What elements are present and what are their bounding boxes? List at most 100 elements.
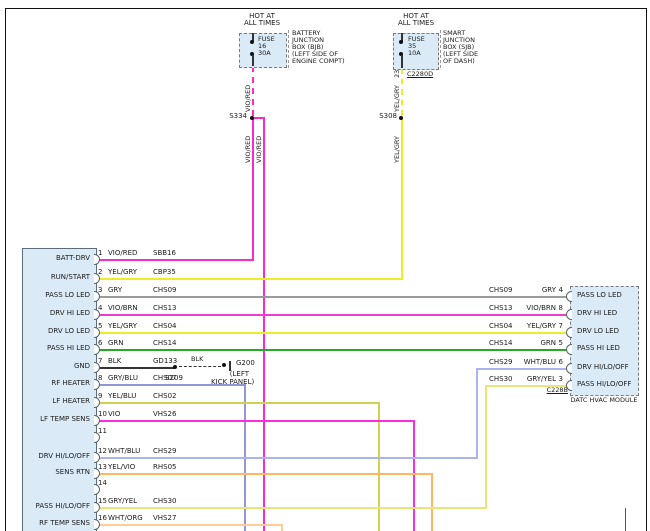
- wire-color-label: BLK: [108, 357, 122, 365]
- splice-s334-dot: [250, 116, 254, 120]
- wire-color-label: GRY/YEL: [108, 497, 138, 505]
- circuit-label: CHS14: [153, 339, 177, 347]
- sjb-fuse-dot-top: [399, 40, 403, 44]
- circuit-label: CHS04: [153, 322, 177, 330]
- wire-color-label: YEL/GRY: [526, 322, 556, 330]
- wire-label-vio-red: VIO/RED: [255, 135, 263, 163]
- wire-chs04: [99, 332, 567, 334]
- pin-number: 3: [558, 375, 563, 383]
- ground-wire-label: BLK: [191, 355, 204, 363]
- ground-location-line: (LEFT: [229, 370, 249, 378]
- partial-box-edge: [625, 508, 626, 531]
- wire-color-label: VIO/BRN: [108, 304, 138, 312]
- sjb-label-bracket: [440, 30, 441, 68]
- ground-id-label: G200: [236, 359, 255, 367]
- pin-socket: [566, 309, 572, 320]
- pin-number: 11: [98, 427, 107, 435]
- circuit-label: CBP35: [153, 268, 176, 276]
- circuit-label: VHS27: [153, 514, 177, 522]
- pin-number: 15: [98, 497, 107, 505]
- pin-number: 6: [98, 339, 103, 347]
- wire-label-yel-gry: YEL/GRY: [393, 136, 401, 163]
- wire-color-label: VIO/RED: [108, 249, 138, 257]
- pin-number: 9: [98, 392, 103, 400]
- sjb-fuse-amps: 10A: [408, 49, 421, 57]
- circuit-label: CHS07: [153, 374, 177, 382]
- wire-vio-red-vertical: [252, 118, 254, 261]
- circuit-label: CHS04: [489, 322, 513, 330]
- pin-number: 14: [98, 479, 107, 487]
- pin-number: 1: [98, 249, 103, 257]
- right-row-label: PASS LO LED: [577, 291, 622, 299]
- wire-blk-dashed: [179, 366, 221, 367]
- pin-number: 4: [98, 304, 103, 312]
- wire-color-label: GRY/BLU: [108, 374, 138, 382]
- circuit-label: VHS26: [153, 410, 177, 418]
- bjb-hot-label2: ALL TIMES: [243, 19, 281, 27]
- pin-socket: [566, 291, 572, 302]
- pin-number: 3: [98, 286, 103, 294]
- left-row-label: PASS LO LED: [45, 291, 90, 299]
- wire-color-label: GRN: [540, 339, 556, 347]
- pin-number: 12: [98, 447, 107, 455]
- pin-number: 6: [558, 358, 563, 366]
- wire-chs09: [99, 296, 567, 298]
- left-row-label: BATT-DRV: [55, 254, 90, 262]
- pin-socket: [566, 344, 572, 355]
- wire-chs14: [99, 349, 567, 351]
- wire-color-label: WHT/BLU: [523, 358, 556, 366]
- pin-number: 7: [558, 322, 563, 330]
- sjb-fuse-lead-bottom: [401, 55, 403, 68]
- wire-vhs26-v: [413, 420, 415, 531]
- wire-color-label: YEL/VIO: [108, 463, 136, 471]
- wire-cbp35-horizontal: [99, 278, 403, 280]
- wire-label-vio-red: VIO/RED: [244, 135, 252, 163]
- wire-chs30-h1: [99, 507, 487, 509]
- wire-label-vio-red: VIO/RED: [244, 84, 252, 112]
- wire-color-label: YEL/GRY: [108, 268, 138, 276]
- wire-color-label: GRY: [108, 286, 123, 294]
- wire-color-label: WHT/BLU: [108, 447, 141, 455]
- circuit-label: CHS09: [489, 286, 513, 294]
- pin-number: 5: [98, 322, 103, 330]
- wiring-diagram: HOT AT ALL TIMES FUSE 16 30A BATTERY JUN…: [0, 0, 650, 531]
- circuit-label: RHS05: [153, 463, 177, 471]
- right-row-label: PASS HI/LO/OFF: [577, 380, 632, 388]
- pin-number: 7: [98, 357, 103, 365]
- wire-color-label: GRY/YEL: [526, 375, 556, 383]
- circuit-label: CHS02: [153, 392, 177, 400]
- wire-chs29-v: [476, 368, 478, 459]
- bjb-name-line: ENGINE COMPT): [292, 57, 345, 65]
- left-row-label: DRV HI LED: [49, 309, 90, 317]
- connector-c2280d-link[interactable]: C2280D: [407, 71, 433, 78]
- wire-rhs05-h: [99, 473, 433, 475]
- left-row-label: LF TEMP SENS: [40, 415, 90, 423]
- wire-yel-gry-vertical: [401, 118, 403, 280]
- circuit-label: CHS30: [489, 375, 513, 383]
- circuit-label: CHS29: [153, 447, 177, 455]
- bjb-label-bracket: [288, 30, 289, 68]
- ground-dot: [222, 363, 226, 367]
- sjb-name-line: OF DASH): [443, 57, 475, 65]
- pin-socket: [566, 327, 572, 338]
- pin-number: 8: [98, 374, 103, 382]
- pin-number: 16: [98, 514, 107, 522]
- wire-vhs26-h: [99, 420, 415, 422]
- wire-chs02-h: [99, 402, 380, 404]
- right-row-label: DRV LO LED: [577, 327, 619, 335]
- wire-color-label: VIO: [108, 410, 121, 418]
- right-row-label: PASS HI LED: [577, 344, 620, 352]
- wire-color-label: GRN: [108, 339, 124, 347]
- connector-c228b-link[interactable]: C228B: [540, 387, 568, 394]
- wire-color-label: YEL/BLU: [108, 392, 137, 400]
- right-row-label: DRV HI/LO/OFF: [577, 363, 629, 371]
- wire-color-label: VIO/BRN: [526, 304, 556, 312]
- left-row-label: GND: [73, 362, 90, 370]
- pin-number: 10: [98, 410, 107, 418]
- wire-vio-red-dashed: [252, 66, 254, 116]
- circuit-label: CHS30: [153, 497, 177, 505]
- left-row-label: DRV LO LED: [48, 327, 90, 335]
- wire-chs29-h2: [476, 368, 567, 370]
- left-row-label: LF HEATER: [52, 397, 90, 405]
- splice-s308-label: S308: [379, 112, 397, 120]
